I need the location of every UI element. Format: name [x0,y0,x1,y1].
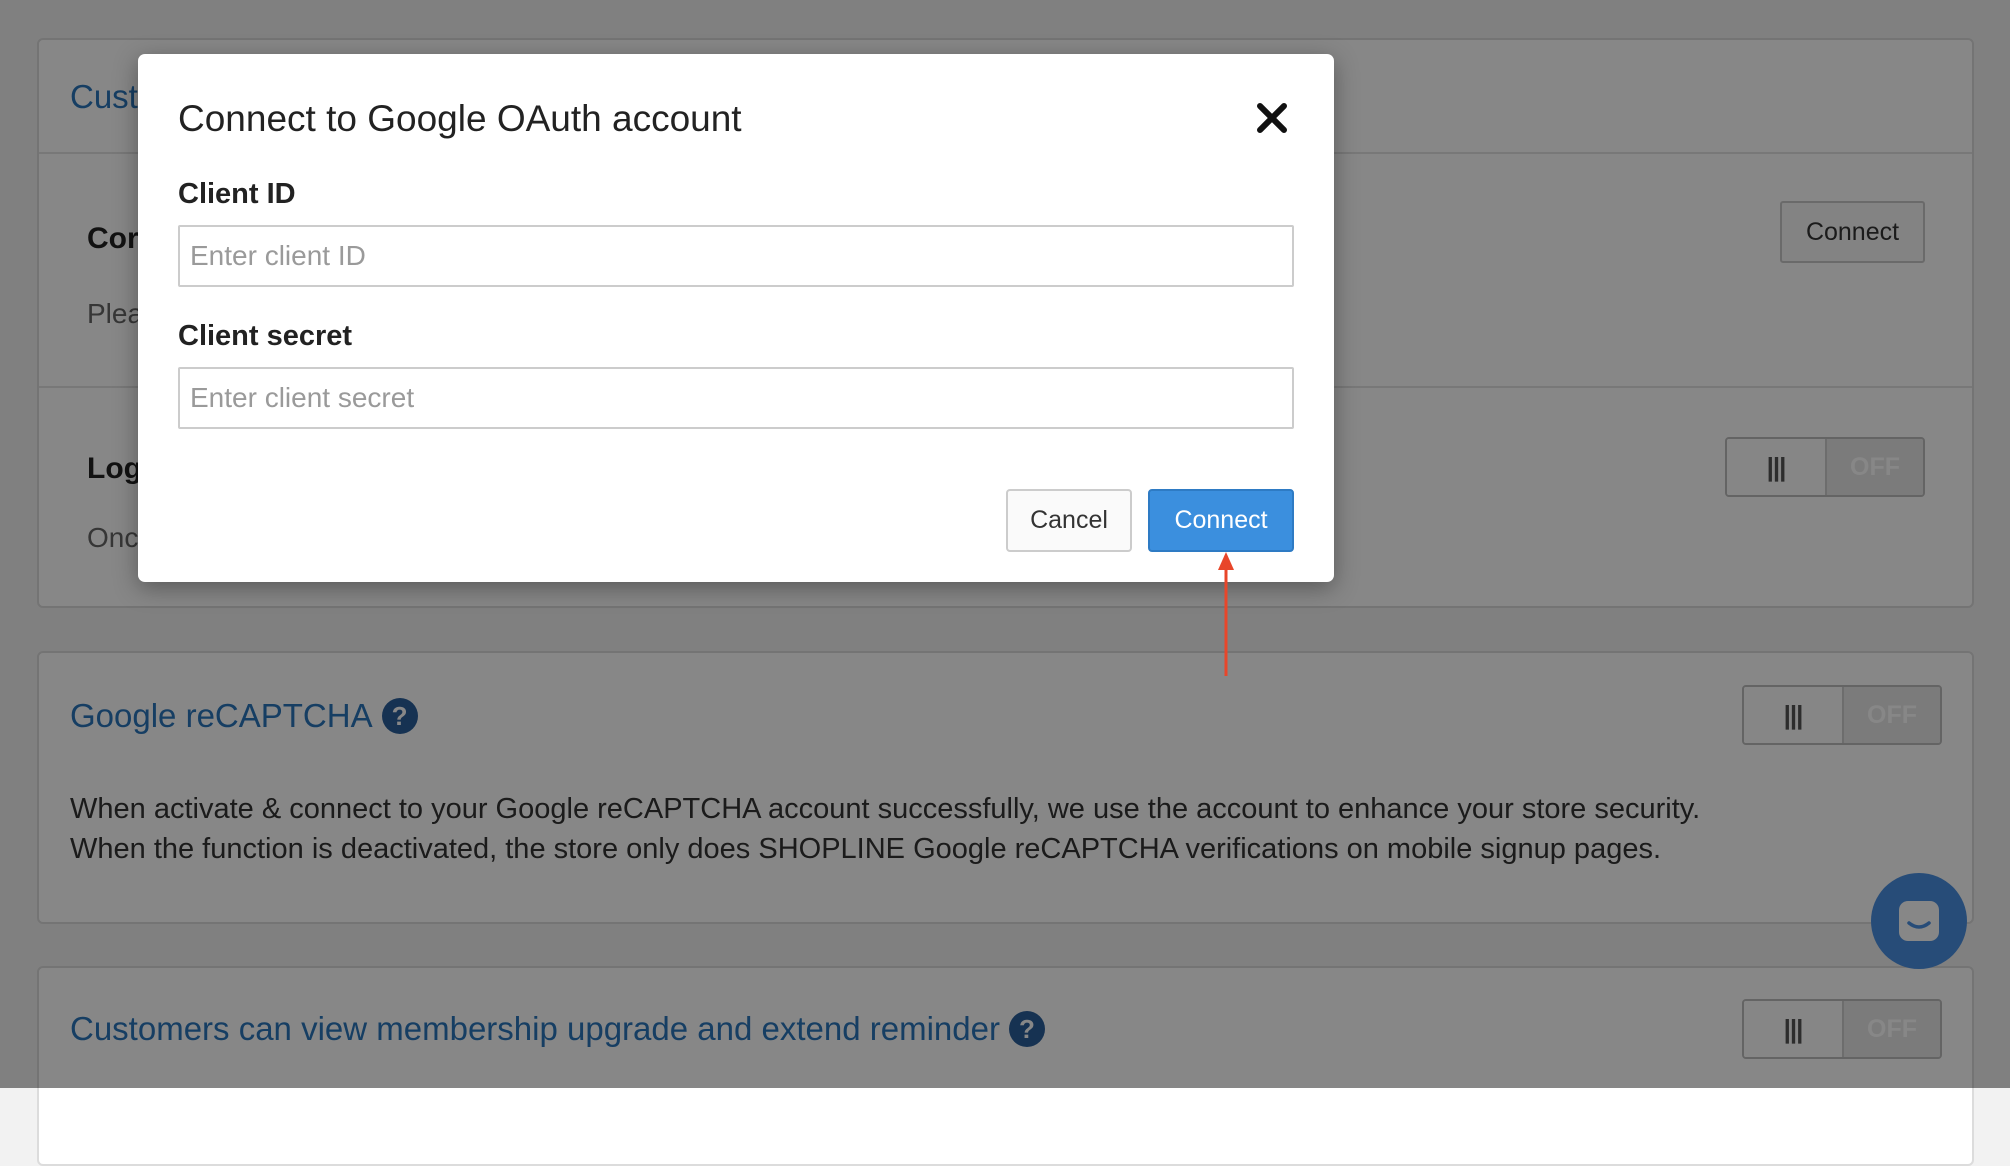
close-icon[interactable] [1254,100,1290,136]
client-secret-label: Client secret [178,320,353,352]
client-id-label: Client ID [178,178,296,210]
client-secret-input[interactable] [178,367,1294,429]
modal-connect-button[interactable]: Connect [1148,489,1294,552]
oauth-connect-dialog: Connect to Google OAuth account Client I… [138,54,1334,582]
client-id-input[interactable] [178,225,1294,287]
dialog-title: Connect to Google OAuth account [178,98,742,139]
cancel-button[interactable]: Cancel [1006,489,1132,552]
annotation-arrow-icon [1218,552,1234,676]
